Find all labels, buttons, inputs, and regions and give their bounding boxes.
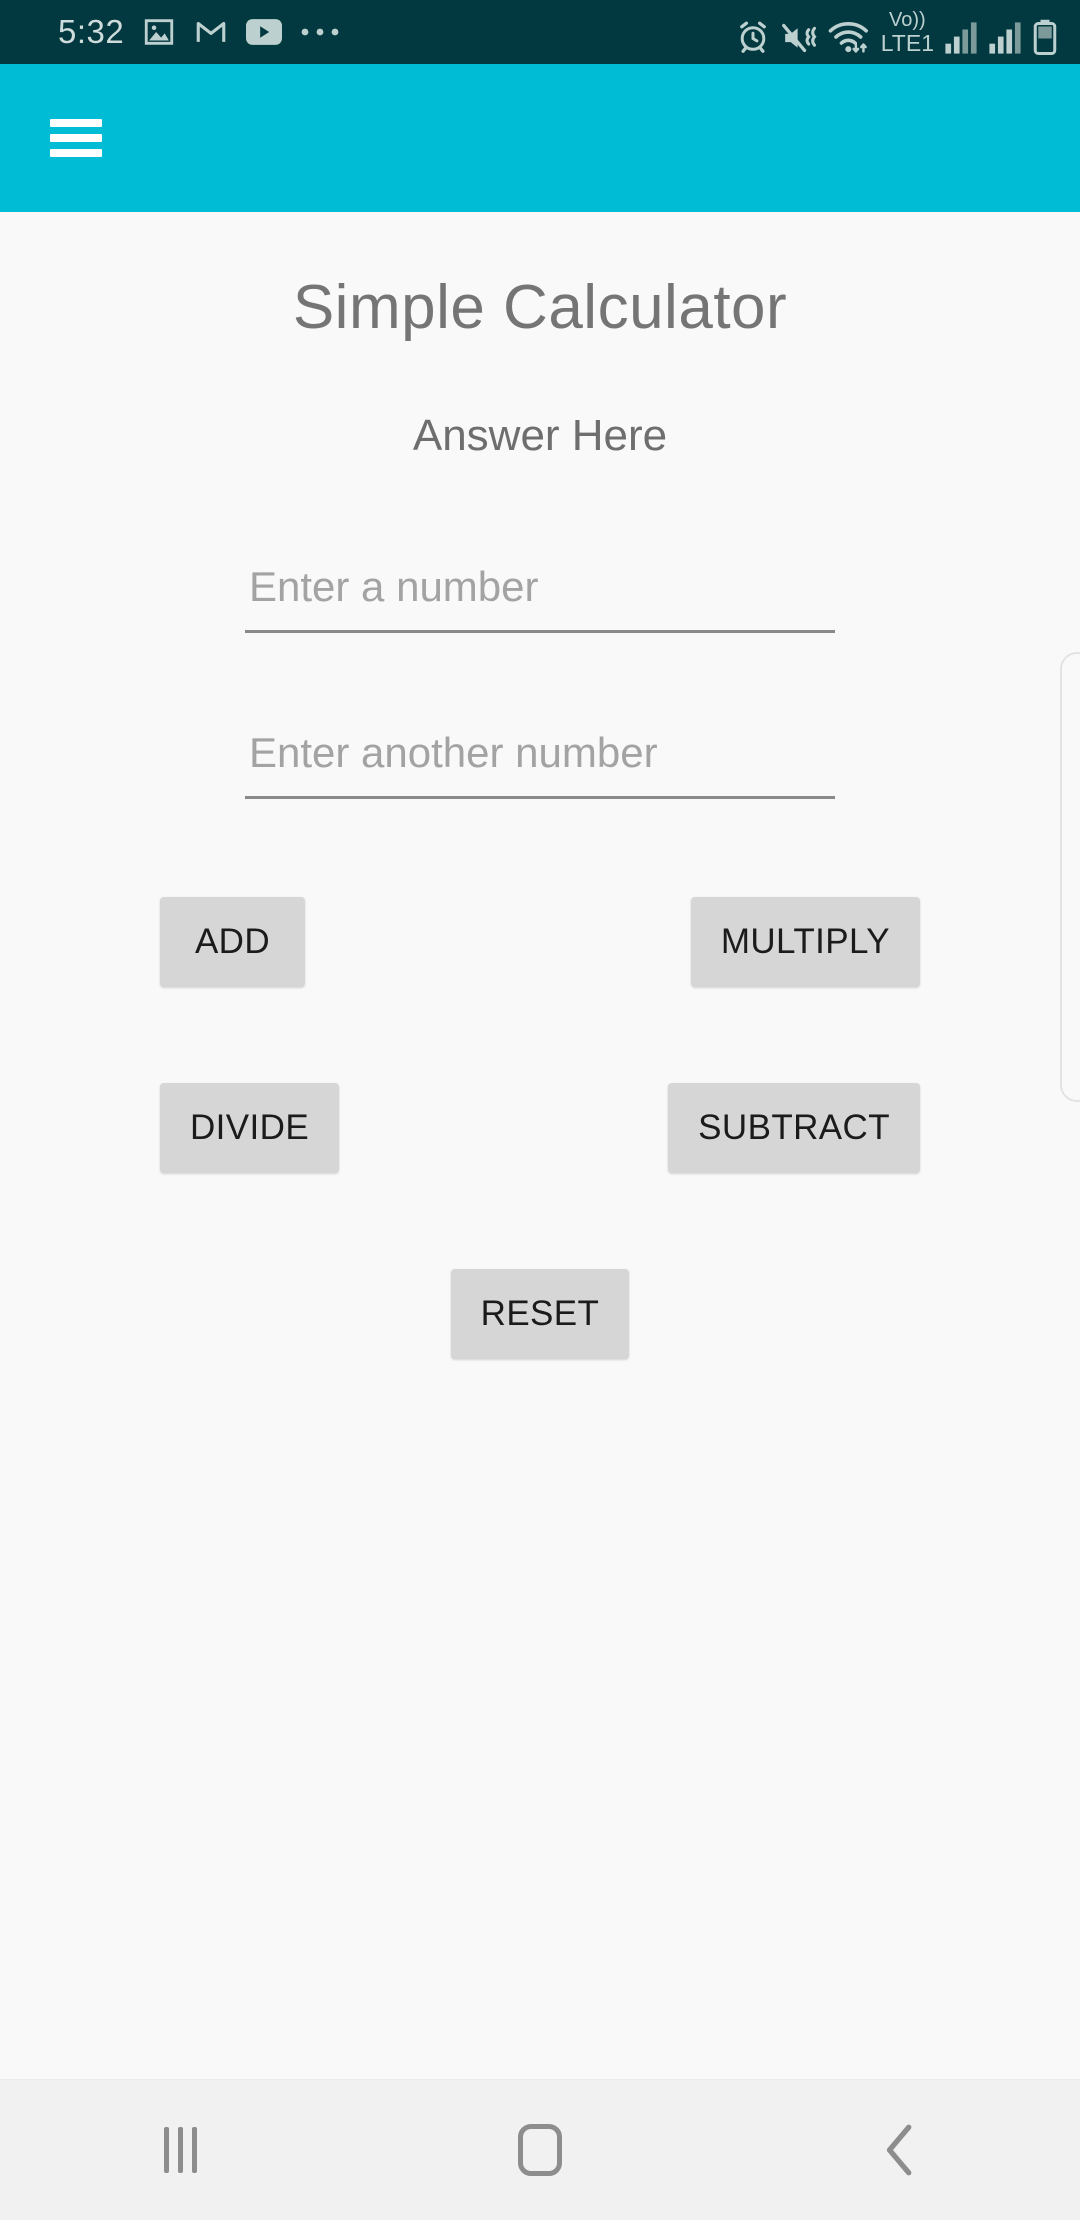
- input-fields-group: [245, 551, 835, 883]
- back-icon: [878, 2122, 922, 2178]
- button-row-2: DIVIDE SUBTRACT: [0, 1083, 1080, 1173]
- volte-label: Vo)): [889, 8, 926, 31]
- reset-button[interactable]: RESET: [450, 1269, 630, 1359]
- button-slot-left: DIVIDE: [160, 1083, 540, 1173]
- recents-icon: [163, 2127, 197, 2173]
- button-slot-left: ADD: [160, 897, 540, 987]
- button-row-1: ADD MULTIPLY: [0, 897, 1080, 987]
- second-number-field: [245, 717, 835, 799]
- button-slot-right: SUBTRACT: [540, 1083, 920, 1173]
- status-clock: 5:32: [58, 13, 125, 50]
- hamburger-bar: [50, 149, 102, 157]
- subtract-button[interactable]: SUBTRACT: [668, 1083, 920, 1173]
- hamburger-bar: [50, 119, 102, 127]
- hamburger-bar: [50, 134, 102, 142]
- app-bar: [0, 64, 1080, 212]
- operation-buttons: ADD MULTIPLY DIVIDE SUBTRACT RESET: [0, 897, 1080, 1359]
- main-content: Simple Calculator Answer Here ADD MULTIP…: [0, 212, 1080, 2079]
- home-icon: [518, 2124, 562, 2176]
- battery-icon: [1032, 19, 1058, 55]
- photos-icon: [142, 15, 176, 49]
- vibrate-mute-icon: [781, 21, 817, 55]
- signal-sim2-icon: [988, 21, 1022, 55]
- answer-display: Answer Here: [412, 411, 668, 460]
- home-button[interactable]: [465, 2080, 615, 2220]
- volte-icon: Vo)) LTE1: [881, 10, 934, 55]
- android-nav-bar: [0, 2079, 1080, 2220]
- back-button[interactable]: [825, 2080, 975, 2220]
- signal-sim1-icon: [944, 21, 978, 55]
- button-row-3: RESET: [0, 1269, 1080, 1359]
- scroll-indicator[interactable]: [1060, 652, 1080, 1102]
- status-bar: 5:32 Vo)) LTE1: [0, 0, 1080, 64]
- hamburger-menu-icon[interactable]: [50, 119, 102, 157]
- multiply-button[interactable]: MULTIPLY: [690, 897, 920, 987]
- wifi-icon: [827, 19, 871, 55]
- field-underline: [245, 796, 835, 799]
- recents-bar: [163, 2127, 169, 2173]
- recents-button[interactable]: [105, 2080, 255, 2220]
- alarm-icon: [735, 19, 771, 55]
- first-number-input[interactable]: [245, 551, 835, 633]
- gmail-icon: [194, 15, 228, 49]
- more-dots-icon: [300, 26, 340, 38]
- page-title: Simple Calculator: [292, 273, 788, 342]
- second-number-input[interactable]: [245, 717, 835, 799]
- recents-bar: [177, 2127, 183, 2173]
- add-button[interactable]: ADD: [160, 897, 305, 987]
- phone-screen: 5:32 Vo)) LTE1 Simple Calculator Answer …: [0, 0, 1080, 2220]
- status-bar-left: 5:32: [58, 13, 340, 51]
- divide-button[interactable]: DIVIDE: [160, 1083, 340, 1173]
- status-bar-right: Vo)) LTE1: [735, 10, 1058, 55]
- field-underline: [245, 630, 835, 633]
- button-slot-right: MULTIPLY: [540, 897, 920, 987]
- lte-label: LTE1: [880, 29, 934, 56]
- first-number-field: [245, 551, 835, 633]
- youtube-icon: [246, 18, 283, 46]
- recents-bar: [191, 2127, 197, 2173]
